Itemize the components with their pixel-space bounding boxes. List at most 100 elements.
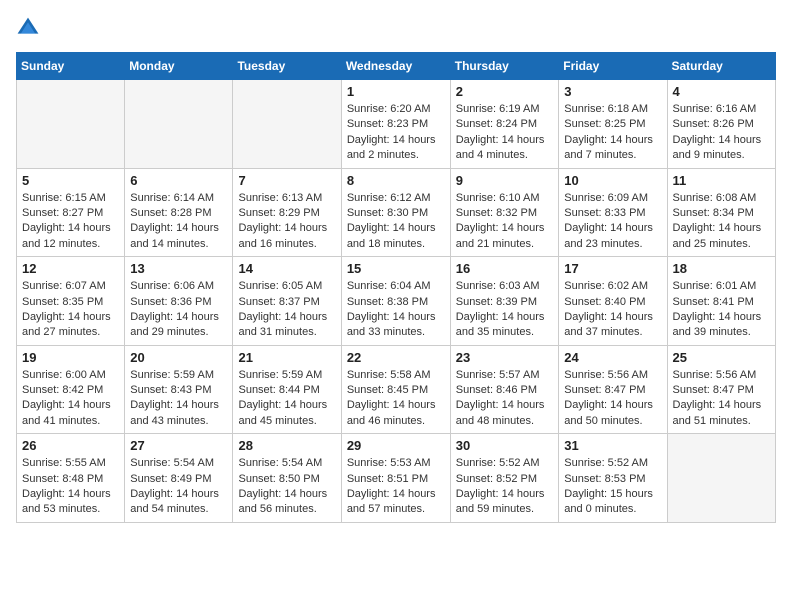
- day-number: 8: [347, 173, 445, 188]
- day-number: 31: [564, 438, 661, 453]
- day-number: 2: [456, 84, 554, 99]
- calendar-day-cell: 22Sunrise: 5:58 AMSunset: 8:45 PMDayligh…: [341, 345, 450, 434]
- calendar-day-cell: 4 Sunrise: 6:16 AMSunset: 8:26 PMDaylight…: [667, 80, 776, 169]
- calendar-day-cell: 2Sunrise: 6:19 AMSunset: 8:24 PMDaylight…: [450, 80, 559, 169]
- day-info: Sunrise: 6:10 AMSunset: 8:32 PMDaylight:…: [456, 191, 554, 253]
- day-number: 24: [564, 350, 661, 365]
- day-info: Sunrise: 6:16 AMSunset: 8:26 PMDaylight:…: [673, 102, 771, 164]
- day-number: 17: [564, 261, 661, 276]
- day-number: 23: [456, 350, 554, 365]
- calendar-day-cell: 5 Sunrise: 6:15 AMSunset: 8:27 PMDaylight…: [17, 168, 125, 257]
- day-number: 6: [130, 173, 227, 188]
- logo: [16, 16, 44, 40]
- calendar-day-cell: 14 Sunrise: 6:05 AMSunset: 8:37 PMDayligh…: [233, 257, 341, 346]
- day-info: Sunrise: 6:13 AMSunset: 8:29 PMDaylight:…: [238, 191, 335, 253]
- day-number: 10: [564, 173, 661, 188]
- calendar-day-cell: 17 Sunrise: 6:02 AMSunset: 8:40 PMDayligh…: [559, 257, 667, 346]
- calendar-week-row: 12 Sunrise: 6:07 AMSunset: 8:35 PMDayligh…: [17, 257, 776, 346]
- day-number: 5: [22, 173, 119, 188]
- day-info: Sunrise: 5:54 AMSunset: 8:49 PMDaylight:…: [130, 456, 227, 518]
- calendar-day-cell: 31 Sunrise: 5:52 AMSunset: 8:53 PMDayligh…: [559, 434, 667, 523]
- day-info: Sunrise: 6:06 AMSunset: 8:36 PMDaylight:…: [130, 279, 227, 341]
- calendar-day-cell: [125, 80, 233, 169]
- day-number: 19: [22, 350, 119, 365]
- day-info: Sunrise: 6:20 AMSunset: 8:23 PMDaylight:…: [347, 102, 445, 164]
- weekday-header: Tuesday: [233, 53, 341, 80]
- calendar-week-row: 26Sunrise: 5:55 AMSunset: 8:48 PMDayligh…: [17, 434, 776, 523]
- day-info: Sunrise: 6:01 AMSunset: 8:41 PMDaylight:…: [673, 279, 771, 341]
- calendar-day-cell: 10 Sunrise: 6:09 AMSunset: 8:33 PMDayligh…: [559, 168, 667, 257]
- day-info: Sunrise: 5:59 AMSunset: 8:43 PMDaylight:…: [130, 368, 227, 430]
- day-number: 25: [673, 350, 771, 365]
- calendar-day-cell: 1 Sunrise: 6:20 AMSunset: 8:23 PMDaylight…: [341, 80, 450, 169]
- calendar-day-cell: 9 Sunrise: 6:10 AMSunset: 8:32 PMDaylight…: [450, 168, 559, 257]
- calendar-day-cell: 15Sunrise: 6:04 AMSunset: 8:38 PMDayligh…: [341, 257, 450, 346]
- day-number: 30: [456, 438, 554, 453]
- calendar-day-cell: 24Sunrise: 5:56 AMSunset: 8:47 PMDayligh…: [559, 345, 667, 434]
- day-info: Sunrise: 6:18 AMSunset: 8:25 PMDaylight:…: [564, 102, 661, 164]
- calendar-day-cell: 11 Sunrise: 6:08 AMSunset: 8:34 PMDayligh…: [667, 168, 776, 257]
- day-number: 4: [673, 84, 771, 99]
- weekday-header: Wednesday: [341, 53, 450, 80]
- day-info: Sunrise: 6:09 AMSunset: 8:33 PMDaylight:…: [564, 191, 661, 253]
- day-info: Sunrise: 5:56 AMSunset: 8:47 PMDaylight:…: [673, 368, 771, 430]
- calendar-day-cell: 29 Sunrise: 5:53 AMSunset: 8:51 PMDayligh…: [341, 434, 450, 523]
- calendar-day-cell: [17, 80, 125, 169]
- calendar-week-row: 19 Sunrise: 6:00 AMSunset: 8:42 PMDayligh…: [17, 345, 776, 434]
- calendar-day-cell: 18Sunrise: 6:01 AMSunset: 8:41 PMDayligh…: [667, 257, 776, 346]
- day-number: 21: [238, 350, 335, 365]
- day-number: 27: [130, 438, 227, 453]
- day-number: 1: [347, 84, 445, 99]
- day-info: Sunrise: 6:02 AMSunset: 8:40 PMDaylight:…: [564, 279, 661, 341]
- calendar-day-cell: 23 Sunrise: 5:57 AMSunset: 8:46 PMDayligh…: [450, 345, 559, 434]
- day-number: 12: [22, 261, 119, 276]
- day-number: 16: [456, 261, 554, 276]
- day-info: Sunrise: 5:52 AMSunset: 8:52 PMDaylight:…: [456, 456, 554, 518]
- calendar-day-cell: [233, 80, 341, 169]
- day-number: 3: [564, 84, 661, 99]
- day-info: Sunrise: 6:15 AMSunset: 8:27 PMDaylight:…: [22, 191, 119, 253]
- day-info: Sunrise: 5:52 AMSunset: 8:53 PMDaylight:…: [564, 456, 661, 518]
- day-number: 11: [673, 173, 771, 188]
- calendar-day-cell: 20 Sunrise: 5:59 AMSunset: 8:43 PMDayligh…: [125, 345, 233, 434]
- day-info: Sunrise: 6:07 AMSunset: 8:35 PMDaylight:…: [22, 279, 119, 341]
- calendar-day-cell: 8 Sunrise: 6:12 AMSunset: 8:30 PMDaylight…: [341, 168, 450, 257]
- day-number: 26: [22, 438, 119, 453]
- weekday-header: Thursday: [450, 53, 559, 80]
- day-info: Sunrise: 6:05 AMSunset: 8:37 PMDaylight:…: [238, 279, 335, 341]
- calendar-day-cell: 26Sunrise: 5:55 AMSunset: 8:48 PMDayligh…: [17, 434, 125, 523]
- day-number: 22: [347, 350, 445, 365]
- calendar-day-cell: 3 Sunrise: 6:18 AMSunset: 8:25 PMDaylight…: [559, 80, 667, 169]
- calendar-day-cell: 19 Sunrise: 6:00 AMSunset: 8:42 PMDayligh…: [17, 345, 125, 434]
- day-info: Sunrise: 5:57 AMSunset: 8:46 PMDaylight:…: [456, 368, 554, 430]
- day-info: Sunrise: 6:12 AMSunset: 8:30 PMDaylight:…: [347, 191, 445, 253]
- calendar-week-row: 1 Sunrise: 6:20 AMSunset: 8:23 PMDaylight…: [17, 80, 776, 169]
- calendar-week-row: 5 Sunrise: 6:15 AMSunset: 8:27 PMDaylight…: [17, 168, 776, 257]
- weekday-header: Monday: [125, 53, 233, 80]
- day-number: 29: [347, 438, 445, 453]
- day-number: 28: [238, 438, 335, 453]
- day-info: Sunrise: 5:53 AMSunset: 8:51 PMDaylight:…: [347, 456, 445, 518]
- calendar-day-cell: 30 Sunrise: 5:52 AMSunset: 8:52 PMDayligh…: [450, 434, 559, 523]
- weekday-header: Saturday: [667, 53, 776, 80]
- day-info: Sunrise: 5:54 AMSunset: 8:50 PMDaylight:…: [238, 456, 335, 518]
- day-info: Sunrise: 6:14 AMSunset: 8:28 PMDaylight:…: [130, 191, 227, 253]
- day-info: Sunrise: 6:00 AMSunset: 8:42 PMDaylight:…: [22, 368, 119, 430]
- calendar-day-cell: 21 Sunrise: 5:59 AMSunset: 8:44 PMDayligh…: [233, 345, 341, 434]
- day-number: 20: [130, 350, 227, 365]
- logo-icon: [16, 16, 40, 40]
- calendar-header-row: SundayMondayTuesdayWednesdayThursdayFrid…: [17, 53, 776, 80]
- day-info: Sunrise: 6:08 AMSunset: 8:34 PMDaylight:…: [673, 191, 771, 253]
- page-header: [16, 16, 776, 40]
- calendar-day-cell: 16Sunrise: 6:03 AMSunset: 8:39 PMDayligh…: [450, 257, 559, 346]
- day-number: 15: [347, 261, 445, 276]
- day-info: Sunrise: 5:59 AMSunset: 8:44 PMDaylight:…: [238, 368, 335, 430]
- day-number: 14: [238, 261, 335, 276]
- calendar-day-cell: 13Sunrise: 6:06 AMSunset: 8:36 PMDayligh…: [125, 257, 233, 346]
- calendar-day-cell: 25 Sunrise: 5:56 AMSunset: 8:47 PMDayligh…: [667, 345, 776, 434]
- calendar-table: SundayMondayTuesdayWednesdayThursdayFrid…: [16, 52, 776, 523]
- calendar-day-cell: 7Sunrise: 6:13 AMSunset: 8:29 PMDaylight…: [233, 168, 341, 257]
- day-number: 9: [456, 173, 554, 188]
- weekday-header: Sunday: [17, 53, 125, 80]
- calendar-day-cell: 27 Sunrise: 5:54 AMSunset: 8:49 PMDayligh…: [125, 434, 233, 523]
